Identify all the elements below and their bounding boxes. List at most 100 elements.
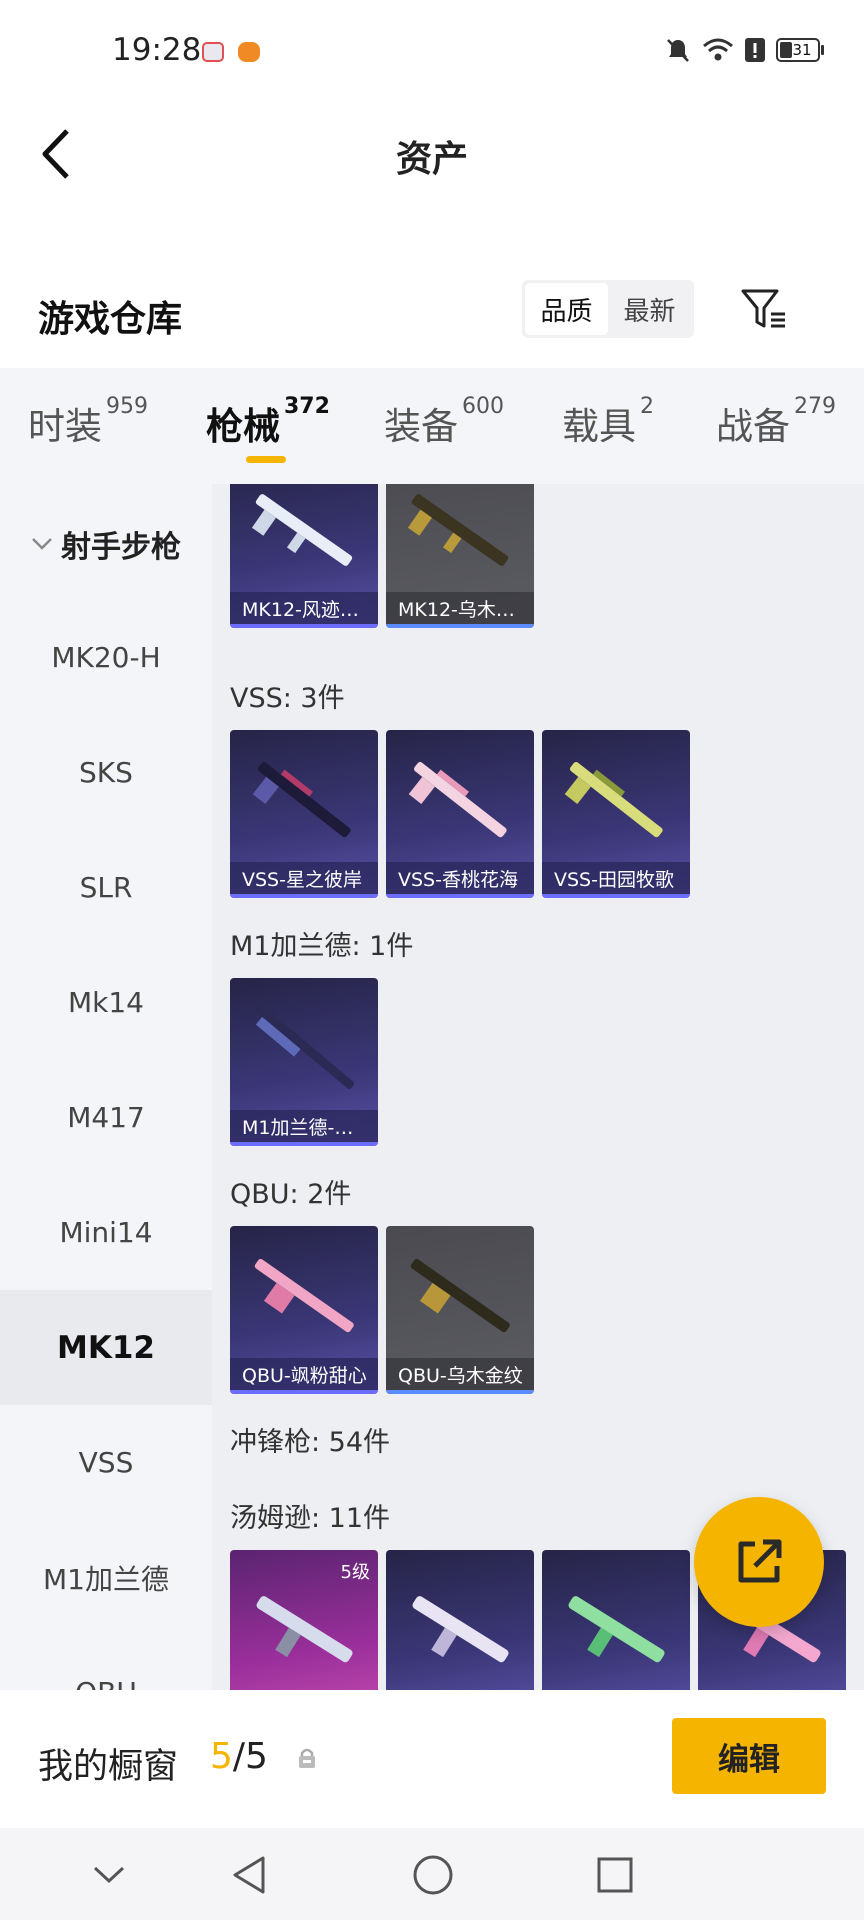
weapon-sidebar: 射手步枪 MK20-H SKS SLR Mk14 M417 Mini14 MK1… [0, 484, 212, 1690]
sidebar-item-m417[interactable]: M417 [0, 1060, 212, 1175]
group-label-thompson: 汤姆逊: 11件 [230, 1503, 391, 1534]
smg-icon [568, 1596, 665, 1663]
square-recents-icon [597, 1857, 633, 1893]
sidebar-item-mk12[interactable]: MK12 [0, 1290, 212, 1405]
skin-name: VSS-星之彼岸 [230, 862, 378, 894]
skin-name: QBU-飒粉甜心 [230, 1358, 378, 1390]
section-header: 游戏仓库 [0, 270, 864, 360]
tab-gear[interactable]: 战备 279 [716, 394, 836, 450]
skin-card[interactable]: QBU-乌木金纹 [386, 1226, 534, 1394]
skin-card[interactable]: MK12-乌木… [386, 484, 534, 628]
sidebar-item-m1-garand[interactable]: M1加兰德 [0, 1520, 212, 1635]
circle-home-icon [413, 1855, 453, 1895]
rifle-icon [252, 762, 351, 838]
sort-toggle: 品质 最新 [522, 280, 694, 338]
nav-home-button[interactable] [408, 1850, 458, 1900]
tab-label: 装备 [384, 405, 458, 448]
tab-fashion[interactable]: 时装 959 [28, 394, 148, 450]
rifle-icon [564, 762, 663, 838]
battery-level: 31 [792, 41, 812, 59]
rarity-bar [230, 624, 378, 628]
skin-card[interactable]: M1加兰德-… [230, 978, 378, 1146]
alert-icon [745, 38, 765, 62]
triangle-back-icon [233, 1856, 265, 1894]
tab-label: 战备 [716, 405, 790, 448]
showcase-count: 5/5 [210, 1736, 268, 1777]
skin-card[interactable]: QBU-飒粉甜心 [230, 1226, 378, 1394]
tab-vehicles[interactable]: 载具 2 [562, 394, 654, 450]
active-tab-indicator [246, 456, 286, 463]
rifle-icon [254, 1258, 354, 1333]
tab-count: 959 [106, 394, 148, 419]
chevron-down-icon [32, 538, 52, 550]
wifi-icon [703, 38, 733, 61]
sort-newest-button[interactable]: 最新 [608, 283, 691, 335]
skin-card[interactable]: VSS-星之彼岸 [230, 730, 378, 898]
nav-back-button[interactable] [224, 1850, 274, 1900]
status-icons: 31 [664, 36, 824, 64]
page-title: 资产 [395, 139, 468, 180]
sidebar-item-slr[interactable]: SLR [0, 830, 212, 945]
tab-label: 枪械 [206, 405, 280, 448]
tab-count: 2 [640, 394, 654, 419]
skin-card[interactable]: MK12-风迹… [230, 484, 378, 628]
showcase-label: 我的橱窗 [38, 1747, 179, 1787]
rifle-icon [255, 1004, 355, 1089]
sidebar-group-marksman-rifles[interactable]: 射手步枪 [0, 484, 212, 604]
tab-label: 载具 [562, 405, 636, 448]
skin-name: MK12-风迹… [230, 592, 378, 624]
edit-button[interactable]: 编辑 [672, 1718, 826, 1794]
level-badge: 5级 [340, 1562, 370, 1583]
header: 资产 [0, 100, 864, 210]
filter-icon [741, 289, 785, 328]
tab-count: 600 [462, 394, 504, 419]
sidebar-group-label: 射手步枪 [61, 530, 181, 565]
sidebar-item-mk20h[interactable]: MK20-H [0, 600, 212, 715]
sidebar-item-sks[interactable]: SKS [0, 715, 212, 830]
skin-card[interactable] [386, 1550, 534, 1690]
notification-app-icon [202, 42, 224, 62]
skin-card[interactable] [542, 1550, 690, 1690]
sort-quality-button[interactable]: 品质 [525, 283, 608, 335]
tab-equipment[interactable]: 装备 600 [384, 394, 504, 450]
tab-count: 279 [794, 394, 836, 419]
system-navigation-bar [0, 1828, 864, 1920]
rifle-icon [410, 1258, 510, 1333]
app-page: 19:28 31 资产 游戏仓库 品质 最新 时装 959 枪械 372 装备 … [0, 0, 864, 1920]
sidebar-item-vss[interactable]: VSS [0, 1405, 212, 1520]
rarity-bar [386, 624, 534, 628]
rifle-icon [251, 494, 353, 566]
showcase-current: 5 [210, 1736, 233, 1777]
lock-icon [299, 1748, 315, 1768]
nav-collapse-button[interactable] [84, 1850, 134, 1900]
showcase-bar: 我的橱窗 5/5 编辑 [0, 1690, 864, 1828]
battery-icon: 31 [776, 38, 824, 62]
rifle-icon [407, 494, 509, 566]
skin-card[interactable]: VSS-田园牧歌 [542, 730, 690, 898]
nav-recents-button[interactable] [590, 1850, 640, 1900]
rarity-bar [230, 1142, 378, 1146]
section-title: 游戏仓库 [38, 299, 183, 340]
skin-name: QBU-乌木金纹 [386, 1358, 534, 1390]
sidebar-item-qbu[interactable]: QBU [0, 1635, 212, 1690]
group-label-vss: VSS: 3件 [230, 683, 345, 714]
skin-card[interactable]: VSS-香桃花海 [386, 730, 534, 898]
mute-bell-icon [667, 39, 689, 62]
sidebar-item-mini14[interactable]: Mini14 [0, 1175, 212, 1290]
status-bar: 19:28 31 [0, 0, 864, 100]
chevron-down-icon [93, 1866, 125, 1884]
share-fab-button[interactable] [694, 1497, 824, 1627]
rarity-bar [542, 894, 690, 898]
group-label-smg: 冲锋枪: 54件 [230, 1427, 391, 1458]
filter-button[interactable] [736, 284, 792, 336]
tab-firearms[interactable]: 枪械 372 [206, 394, 330, 450]
tab-count: 372 [284, 394, 330, 419]
sidebar-item-mk14[interactable]: Mk14 [0, 945, 212, 1060]
external-link-icon [738, 1539, 782, 1583]
category-tabs: 时装 959 枪械 372 装备 600 载具 2 战备 279 [0, 368, 864, 484]
skin-card[interactable]: 5级 [230, 1550, 378, 1690]
showcase-total: /5 [232, 1736, 268, 1777]
rarity-bar [386, 894, 534, 898]
skin-name: M1加兰德-… [230, 1110, 378, 1142]
notification-app-icon [238, 42, 260, 62]
